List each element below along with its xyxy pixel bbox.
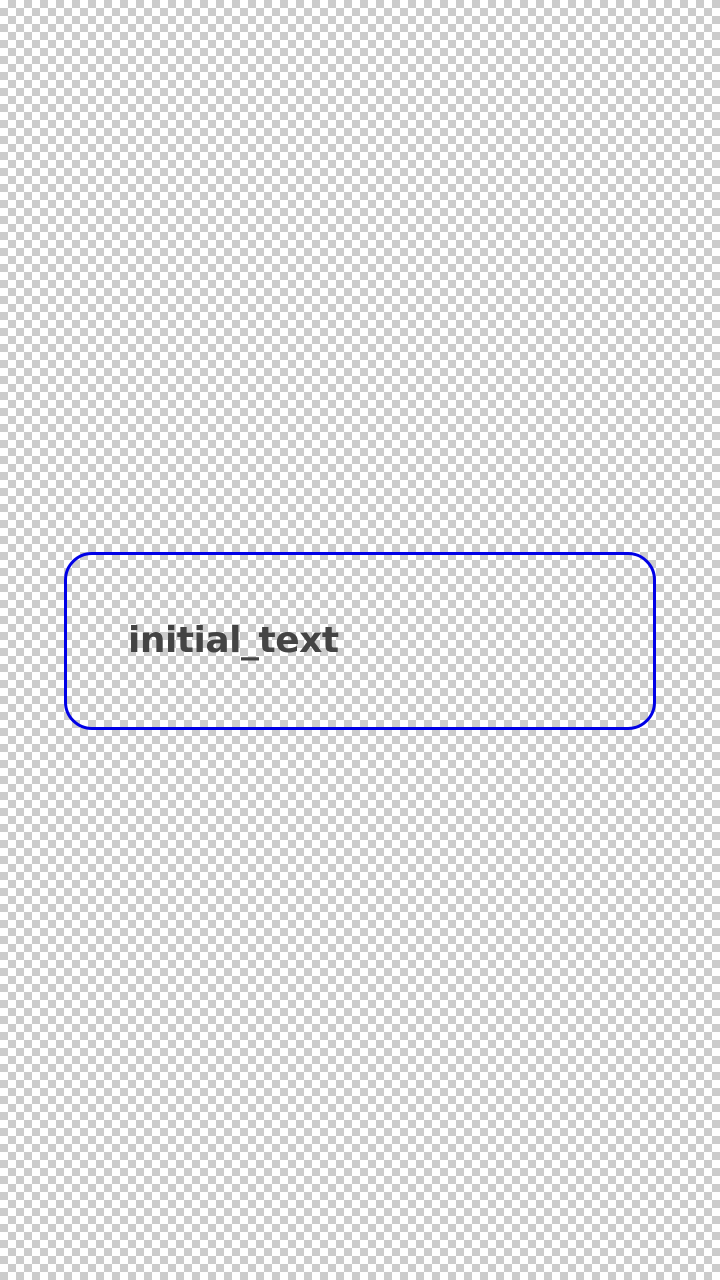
text-input-field[interactable]: initial_text (64, 552, 656, 730)
screen: initial_text (0, 0, 720, 1280)
text-input-value[interactable]: initial_text (128, 617, 339, 665)
